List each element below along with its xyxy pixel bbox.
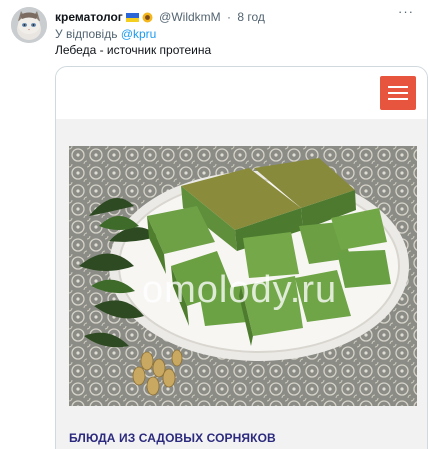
tweet-time[interactable]: 8 год xyxy=(237,10,265,24)
more-options-icon[interactable]: ··· xyxy=(398,5,414,21)
sunflower-icon xyxy=(142,11,153,23)
tweet-header: крематолог @WildkmM · 8 год xyxy=(55,9,408,25)
article-title: БЛЮДА ИЗ САДОВЫХ СОРНЯКОВ xyxy=(69,431,276,445)
cat-avatar-image xyxy=(11,7,47,43)
ukraine-flag-icon xyxy=(125,13,139,22)
reply-mention-link[interactable]: @kpru xyxy=(121,27,157,41)
hamburger-menu-icon xyxy=(380,76,416,110)
tweet-media[interactable]: omolody.ru БЛЮДА ИЗ САДОВЫХ СОРНЯКОВ xyxy=(55,66,428,449)
separator-dot: · xyxy=(227,10,231,24)
reply-prefix: У відповідь xyxy=(55,27,118,41)
author-handle[interactable]: @WildkmM xyxy=(159,10,221,24)
avatar[interactable] xyxy=(11,7,47,43)
watermark: omolody.ru xyxy=(142,269,338,311)
reply-context: У відповідь @kpru xyxy=(55,27,156,42)
tweet: крематолог @WildkmM · 8 год ··· У відпов… xyxy=(0,0,428,449)
site-header-bar xyxy=(56,67,427,119)
author-name[interactable]: крематолог xyxy=(55,10,123,24)
tweet-text: Лебеда - источник протеина xyxy=(55,43,212,57)
